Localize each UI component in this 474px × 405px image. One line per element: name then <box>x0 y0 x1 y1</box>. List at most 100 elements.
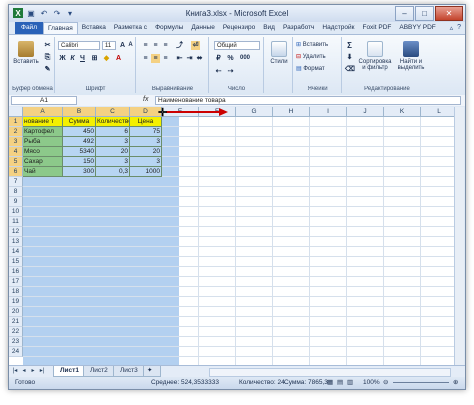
help-icon[interactable]: ? <box>457 24 461 32</box>
table-cell[interactable]: Рыба <box>23 137 63 147</box>
tab-developer[interactable]: Разработч <box>279 22 318 34</box>
first-sheet-icon[interactable]: |◂ <box>11 367 19 374</box>
tab-view[interactable]: Вид <box>259 22 279 34</box>
next-sheet-icon[interactable]: ▸ <box>29 367 37 374</box>
underline-button[interactable]: Ч <box>78 54 87 63</box>
increase-decimal-icon[interactable]: ⇠ <box>214 67 223 76</box>
formula-input[interactable]: Наименование товара <box>155 96 461 105</box>
table-cell[interactable]: 20 <box>130 147 162 157</box>
row-header[interactable]: 12 <box>9 227 23 237</box>
table-cell[interactable]: Сахар <box>23 157 63 167</box>
table-header-cell[interactable]: Количество <box>96 117 130 127</box>
zoom-in-icon[interactable]: ⊕ <box>453 377 458 389</box>
horizontal-scrollbar[interactable] <box>209 368 451 377</box>
orientation-icon[interactable]: ⤴ <box>175 41 184 50</box>
last-sheet-icon[interactable]: ▸| <box>38 367 46 374</box>
column-header[interactable]: K <box>384 107 421 117</box>
row-header[interactable]: 1 <box>9 117 23 127</box>
tab-addins[interactable]: Надстройк <box>318 22 358 34</box>
table-cell[interactable]: 5340 <box>63 147 96 157</box>
table-header-cell[interactable]: Сумма <box>63 117 96 127</box>
merge-center-icon[interactable]: ⬌ <box>195 54 204 63</box>
zoom-level[interactable]: 100% <box>363 377 380 389</box>
table-cell[interactable]: 300 <box>63 167 96 177</box>
table-header-cell[interactable]: нование т <box>23 117 63 127</box>
increase-indent-icon[interactable]: ⇥ <box>185 54 194 63</box>
table-cell[interactable]: 3 <box>130 137 162 147</box>
column-header[interactable]: J <box>347 107 384 117</box>
delete-cells-button[interactable]: ⊟ Удалить <box>296 53 326 60</box>
align-top-icon[interactable]: ≡ <box>141 41 150 50</box>
row-header[interactable]: 18 <box>9 287 23 297</box>
table-cell[interactable]: 492 <box>63 137 96 147</box>
minimize-ribbon-icon[interactable]: ▵ <box>450 24 454 32</box>
row-header[interactable]: 14 <box>9 247 23 257</box>
row-header[interactable]: 23 <box>9 337 23 347</box>
tab-page-layout[interactable]: Разметка с <box>110 22 151 34</box>
table-cell[interactable]: Чай <box>23 167 63 177</box>
table-cell[interactable]: 6 <box>96 127 130 137</box>
thousands-button[interactable]: 000 <box>238 54 252 63</box>
table-cell[interactable]: 3 <box>96 137 130 147</box>
table-cell[interactable]: 75 <box>130 127 162 137</box>
table-cell[interactable]: 20 <box>96 147 130 157</box>
tab-formulas[interactable]: Формулы <box>151 22 187 34</box>
column-header[interactable]: I <box>310 107 347 117</box>
tab-file[interactable]: Файл <box>15 22 43 34</box>
table-cell[interactable]: 3 <box>96 157 130 167</box>
font-size-select[interactable]: 11 <box>102 41 116 50</box>
row-header[interactable]: 15 <box>9 257 23 267</box>
table-cell[interactable]: 3 <box>130 157 162 167</box>
page-layout-view-icon[interactable]: ▤ <box>337 377 343 389</box>
align-left-icon[interactable]: ≡ <box>141 54 150 63</box>
font-name-select[interactable]: Calibri <box>58 41 100 50</box>
italic-button[interactable]: К <box>68 54 77 63</box>
table-cell[interactable]: Мясо <box>23 147 63 157</box>
align-center-icon[interactable]: ≡ <box>151 54 160 63</box>
row-header[interactable]: 10 <box>9 207 23 217</box>
tab-insert[interactable]: Вставка <box>78 22 110 34</box>
copy-icon[interactable]: ⎘ <box>43 53 52 62</box>
table-cell[interactable]: 150 <box>63 157 96 167</box>
row-header[interactable]: 11 <box>9 217 23 227</box>
minimize-icon[interactable]: – <box>395 6 414 21</box>
decrease-decimal-icon[interactable]: ⇢ <box>226 67 235 76</box>
row-header[interactable]: 20 <box>9 307 23 317</box>
number-format-select[interactable]: Общий <box>214 41 260 50</box>
table-cell[interactable]: 0,3 <box>96 167 130 177</box>
align-bottom-icon[interactable]: ≡ <box>161 41 170 50</box>
sheet-tab-3[interactable]: Лист3 <box>113 366 145 377</box>
close-icon[interactable]: ✕ <box>435 6 463 21</box>
sort-filter-button[interactable]: Сортировка и фильтр <box>357 41 393 71</box>
insert-function-button[interactable]: fx <box>143 96 148 103</box>
row-header[interactable]: 24 <box>9 347 23 357</box>
tab-foxit-pdf[interactable]: Foxit PDF <box>358 22 395 34</box>
tab-review[interactable]: Рецензиро <box>219 22 259 34</box>
styles-button[interactable]: Стили <box>267 41 291 65</box>
percent-button[interactable]: % <box>226 54 235 63</box>
tab-home[interactable]: Главная <box>42 22 78 34</box>
align-right-icon[interactable]: ≡ <box>161 54 170 63</box>
borders-icon[interactable]: ⊞ <box>90 54 99 63</box>
table-cell[interactable]: 1000 <box>130 167 162 177</box>
row-header[interactable]: 5 <box>9 157 23 167</box>
row-header[interactable]: 19 <box>9 297 23 307</box>
row-header[interactable]: 3 <box>9 137 23 147</box>
worksheet-grid[interactable]: ABCDEFGHIJKL1234567891011121314151617181… <box>9 107 456 365</box>
font-color-icon[interactable]: A <box>114 54 123 63</box>
row-header[interactable]: 8 <box>9 187 23 197</box>
row-header[interactable]: 9 <box>9 197 23 207</box>
fill-color-icon[interactable]: ◆ <box>102 54 111 63</box>
clear-icon[interactable]: ⌫ <box>345 65 355 74</box>
row-header[interactable]: 7 <box>9 177 23 187</box>
row-header[interactable]: 2 <box>9 127 23 137</box>
row-header[interactable]: 4 <box>9 147 23 157</box>
format-cells-button[interactable]: ▤ Формат <box>296 65 325 72</box>
new-sheet-icon[interactable]: ✦ <box>143 366 161 377</box>
row-header[interactable]: 17 <box>9 277 23 287</box>
table-cell[interactable]: Картофел <box>23 127 63 137</box>
paste-button[interactable]: Вставить <box>13 41 39 65</box>
column-header[interactable]: C <box>96 107 130 117</box>
maximize-icon[interactable]: □ <box>415 6 434 21</box>
format-painter-icon[interactable]: ✎ <box>43 65 52 74</box>
